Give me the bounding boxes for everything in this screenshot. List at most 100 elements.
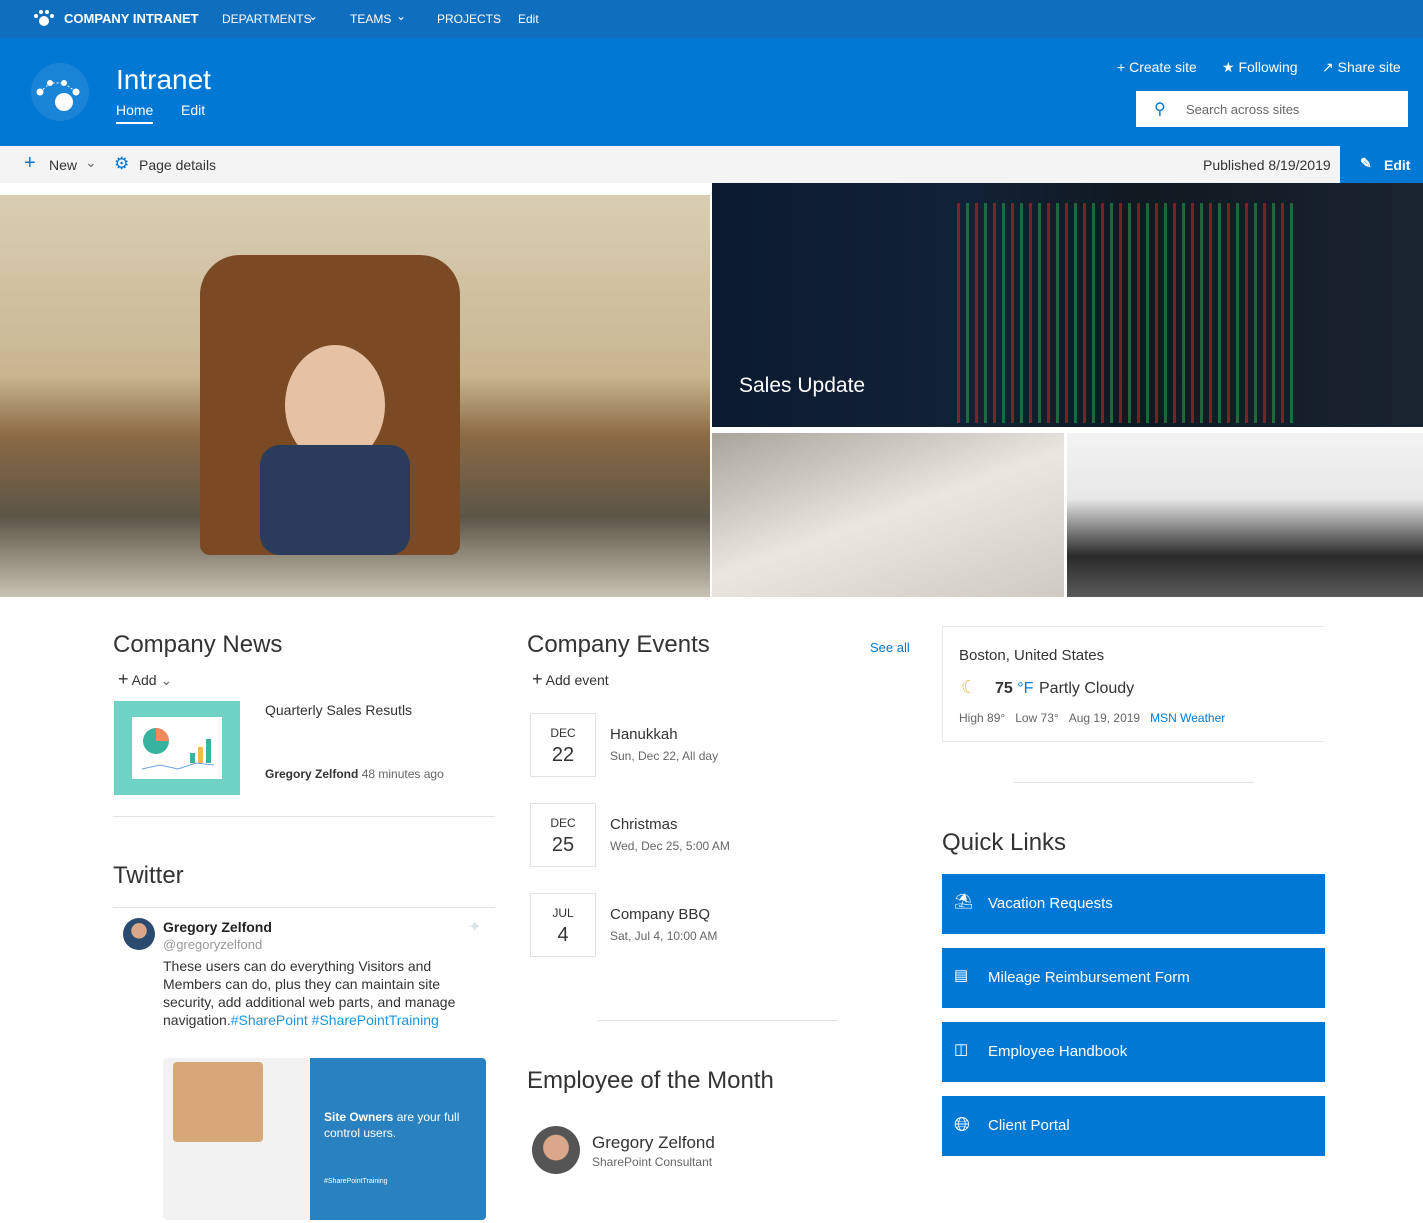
employee-name[interactable]: Gregory Zelfond: [592, 1133, 715, 1153]
weather-location: Boston, United States: [959, 647, 1105, 664]
quick-link-mileage-form[interactable]: ▤ Mileage Reimbursement Form: [942, 948, 1325, 1008]
quick-link-label: Employee Handbook: [988, 1043, 1128, 1060]
add-label: Add: [131, 672, 157, 688]
nav-edit[interactable]: Edit: [518, 12, 539, 26]
create-site-button[interactable]: + Create site: [1117, 59, 1197, 75]
share-site-button[interactable]: ↗ Share site: [1322, 59, 1401, 76]
nav-teams[interactable]: TEAMS: [350, 12, 391, 26]
weather-card: Boston, United States ☾ 75 °F Partly Clo…: [942, 626, 1325, 742]
event-date: DEC 22: [530, 713, 596, 777]
nav-departments[interactable]: DEPARTMENTS: [222, 12, 312, 26]
quick-link-employee-handbook[interactable]: ◫ Employee Handbook: [942, 1022, 1325, 1082]
search-icon: ⚲: [1154, 101, 1166, 118]
tweet-handle[interactable]: @gregoryzelfond: [163, 937, 262, 952]
chart-thumbnail-icon: [141, 728, 215, 770]
event-day: 25: [551, 834, 575, 856]
news-item-meta: Gregory Zelfond 48 minutes ago: [265, 767, 444, 781]
event-time: Sat, Jul 4, 10:00 AM: [610, 929, 718, 943]
weather-details: High 89° Low 73° Aug 19, 2019 MSN Weathe…: [959, 711, 1225, 725]
hero-tile-planner[interactable]: [712, 433, 1064, 597]
temp-unit[interactable]: °F: [1017, 680, 1033, 697]
quick-link-vacation-requests[interactable]: ⛱ Vacation Requests: [942, 874, 1325, 934]
quick-link-label: Mileage Reimbursement Form: [988, 969, 1190, 986]
tweet-avatar[interactable]: [123, 918, 155, 950]
plus-icon: +: [1117, 59, 1126, 75]
quick-link-client-portal[interactable]: 🌐︎ Client Portal: [942, 1096, 1325, 1156]
new-button[interactable]: New: [49, 157, 77, 173]
edit-page-button[interactable]: ✎ Edit: [1340, 146, 1423, 183]
add-event-button[interactable]: + Add event: [532, 669, 609, 690]
card-text: Site Owners are your full control users.: [324, 1109, 474, 1141]
command-bar: + New ⌄ ⚙ Page details Published 8/19/20…: [0, 146, 1423, 183]
msn-weather-link[interactable]: MSN Weather: [1150, 711, 1225, 725]
divider: [598, 1020, 838, 1021]
quick-link-label: Client Portal: [988, 1117, 1070, 1134]
divider: [113, 907, 495, 908]
quick-link-label: Vacation Requests: [988, 895, 1113, 912]
event-item[interactable]: DEC 22 Hanukkah Sun, Dec 22, All day: [527, 713, 907, 777]
chevron-down-icon[interactable]: ⌄: [396, 9, 406, 23]
create-site-label: Create site: [1129, 59, 1197, 75]
tweet-text: These users can do everything Visitors a…: [163, 957, 463, 1029]
divider: [1014, 782, 1254, 783]
company-events-title: Company Events: [527, 631, 710, 658]
following-button[interactable]: ★ Following: [1222, 59, 1298, 76]
chevron-down-icon: ⌄: [160, 672, 173, 688]
edit-label: Edit: [1384, 157, 1411, 173]
plus-icon: +: [118, 669, 129, 689]
news-item-title[interactable]: Quarterly Sales Resutls: [265, 702, 412, 718]
brand-link[interactable]: COMPANY INTRANET: [64, 11, 199, 26]
employee-avatar[interactable]: [532, 1126, 580, 1174]
twitter-bird-icon[interactable]: ✦: [468, 917, 481, 937]
weather-low: Low 73°: [1015, 711, 1059, 725]
tweet-author[interactable]: Gregory Zelfond: [163, 919, 272, 935]
site-header: Intranet Home Edit + Create site ★ Follo…: [0, 38, 1423, 146]
chevron-down-icon[interactable]: ⌄: [85, 154, 97, 171]
star-icon: ★: [1222, 59, 1235, 75]
add-news-button[interactable]: + Add ⌄: [118, 669, 172, 690]
nav-projects[interactable]: PROJECTS: [437, 12, 501, 26]
divider: [113, 816, 495, 817]
hero-tile-business-people[interactable]: [1067, 433, 1423, 597]
event-month: DEC: [550, 726, 576, 740]
company-news-title: Company News: [113, 631, 283, 658]
event-title: Christmas: [610, 816, 678, 833]
form-icon: ▤: [954, 967, 969, 984]
tweet-media-card[interactable]: Site Owners are your full control users.…: [163, 1058, 486, 1220]
quick-links-title: Quick Links: [942, 829, 1067, 856]
plus-icon: +: [532, 669, 543, 689]
event-day: 22: [551, 744, 575, 766]
site-title[interactable]: Intranet: [116, 64, 211, 96]
hero-tile-sales-update[interactable]: Sales Update: [712, 183, 1423, 427]
temp-value: 75: [995, 680, 1013, 697]
event-date: JUL 4: [530, 893, 596, 957]
twitter-title: Twitter: [113, 862, 184, 889]
share-label: Share site: [1337, 59, 1401, 75]
event-title: Hanukkah: [610, 726, 678, 743]
published-status: Published 8/19/2019: [1203, 157, 1331, 173]
tab-edit[interactable]: Edit: [181, 102, 205, 118]
event-item[interactable]: DEC 25 Christmas Wed, Dec 25, 5:00 AM: [527, 803, 907, 867]
tweet-hashtags[interactable]: #SharePoint #SharePointTraining: [231, 1012, 439, 1028]
event-item[interactable]: JUL 4 Company BBQ Sat, Jul 4, 10:00 AM: [527, 893, 907, 957]
search-box[interactable]: ⚲ Search across sites: [1136, 91, 1408, 127]
hero-main-image[interactable]: [0, 195, 710, 597]
chevron-down-icon[interactable]: ⌄: [308, 9, 318, 23]
weather-temp: 75 °F: [995, 680, 1033, 698]
news-author: Gregory Zelfond: [265, 767, 359, 781]
see-all-link[interactable]: See all: [870, 640, 910, 655]
event-month: JUL: [552, 906, 574, 920]
tab-home[interactable]: Home: [116, 102, 154, 124]
beach-icon: ⛱: [954, 893, 974, 910]
top-nav: COMPANY INTRANET DEPARTMENTS ⌄ TEAMS ⌄ P…: [0, 0, 1423, 38]
site-logo-small-icon: [34, 10, 54, 26]
search-placeholder: Search across sites: [1186, 102, 1300, 117]
employee-of-month-title: Employee of the Month: [527, 1067, 774, 1094]
globe-icon: 🌐︎: [954, 1114, 970, 1136]
event-time: Sun, Dec 22, All day: [610, 749, 719, 763]
moon-cloud-icon: ☾: [961, 677, 978, 697]
news-thumbnail[interactable]: [114, 701, 240, 795]
book-icon: ◫: [954, 1041, 969, 1058]
page-details-button[interactable]: Page details: [139, 157, 216, 173]
weather-high: High 89°: [959, 711, 1006, 725]
